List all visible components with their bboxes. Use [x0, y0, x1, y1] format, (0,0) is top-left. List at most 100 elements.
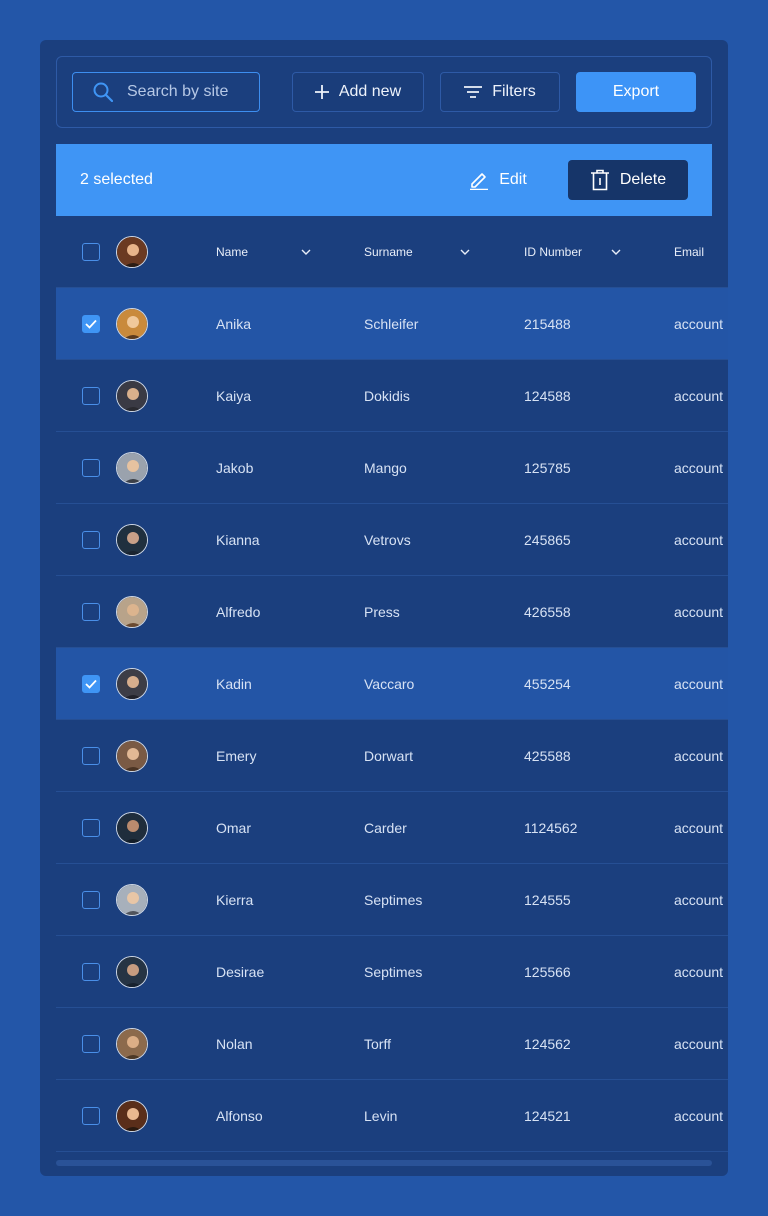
cell-id-number: 455254 — [524, 676, 571, 692]
table-row[interactable]: Omar Carder 1124562 account — [56, 792, 728, 864]
cell-id-number: 425588 — [524, 748, 571, 764]
search-placeholder: Search by site — [127, 83, 229, 100]
cell-id-number: 124555 — [524, 892, 571, 908]
cell-email: account — [674, 892, 724, 908]
cell-name: Kaiya — [216, 388, 252, 404]
cell-email: account — [674, 604, 724, 620]
table-row[interactable]: Kianna Vetrovs 245865 account — [56, 504, 728, 576]
cell-surname: Schleifer — [364, 316, 419, 332]
delete-label: Delete — [619, 171, 667, 188]
add-new-button[interactable]: Add new — [292, 72, 424, 112]
cell-name: Anika — [216, 316, 252, 332]
filters-label: Filters — [492, 83, 536, 100]
cell-name: Alfredo — [216, 604, 261, 620]
cell-id-number: 125566 — [524, 964, 571, 980]
horizontal-scrollbar[interactable] — [56, 1160, 712, 1166]
chevron-down-icon[interactable] — [611, 216, 621, 288]
table-row[interactable]: Kierra Septimes 124555 account — [56, 864, 728, 936]
table-row[interactable]: Alfonso Levin 124521 account — [56, 1080, 728, 1152]
column-header-email[interactable]: Email — [674, 216, 704, 288]
table-row[interactable]: Jakob Mango 125785 account — [56, 432, 728, 504]
cell-id-number: 124588 — [524, 388, 571, 404]
avatar — [116, 1028, 148, 1060]
cell-surname: Septimes — [364, 892, 423, 908]
cell-surname: Torff — [364, 1036, 391, 1052]
table-row[interactable]: Desirae Septimes 125566 account — [56, 936, 728, 1008]
table-row[interactable]: Nolan Torff 124562 account — [56, 1008, 728, 1080]
table-row[interactable]: Kaiya Dokidis 124588 account — [56, 360, 728, 432]
chevron-down-icon[interactable] — [301, 216, 311, 288]
avatar — [116, 524, 148, 556]
table-row[interactable]: Alfredo Press 426558 account — [56, 576, 728, 648]
add-new-label: Add new — [338, 83, 402, 100]
cell-id-number: 215488 — [524, 316, 571, 332]
table-row[interactable]: Anika Schleifer 215488 account — [56, 288, 728, 360]
column-header-id-number[interactable]: ID Number — [524, 216, 582, 288]
avatar — [116, 452, 148, 484]
cell-email: account — [674, 1036, 724, 1052]
cell-email: account — [674, 820, 724, 836]
row-checkbox[interactable] — [82, 819, 100, 837]
toolbar: Search by site Add new Filters Export — [56, 56, 712, 128]
data-table-panel: Search by site Add new Filters Export 2 … — [40, 40, 728, 1176]
avatar — [116, 236, 148, 268]
cell-email: account — [674, 676, 724, 692]
cell-name: Emery — [216, 748, 257, 764]
cell-email: account — [674, 316, 724, 332]
table-row[interactable]: Kadin Vaccaro 455254 account — [56, 648, 728, 720]
selection-bar: 2 selected Edit Delete — [56, 144, 712, 216]
cell-email: account — [674, 964, 724, 980]
edit-label: Edit — [499, 171, 527, 188]
edit-button[interactable]: Edit — [462, 160, 534, 200]
cell-id-number: 125785 — [524, 460, 571, 476]
cell-surname: Levin — [364, 1108, 398, 1124]
cell-name: Kianna — [216, 532, 260, 548]
cell-name: Omar — [216, 820, 251, 836]
filter-icon — [464, 86, 483, 98]
column-header-name[interactable]: Name — [216, 216, 248, 288]
table-header-row: Name Surname ID Number Email — [56, 216, 728, 288]
cell-surname: Press — [364, 604, 400, 620]
row-checkbox[interactable] — [82, 675, 100, 693]
row-checkbox[interactable] — [82, 963, 100, 981]
avatar — [116, 740, 148, 772]
cell-surname: Dorwart — [364, 748, 414, 764]
cell-email: account — [674, 388, 724, 404]
row-checkbox[interactable] — [82, 459, 100, 477]
avatar — [116, 596, 148, 628]
cell-surname: Dokidis — [364, 388, 410, 404]
row-checkbox[interactable] — [82, 1107, 100, 1125]
select-all-checkbox[interactable] — [82, 243, 100, 261]
avatar — [116, 380, 148, 412]
row-checkbox[interactable] — [82, 387, 100, 405]
row-checkbox[interactable] — [82, 603, 100, 621]
cell-email: account — [674, 1108, 724, 1124]
cell-email: account — [674, 748, 724, 764]
row-checkbox[interactable] — [82, 1035, 100, 1053]
cell-surname: Vaccaro — [364, 676, 415, 692]
cell-name: Jakob — [216, 460, 254, 476]
table-row[interactable]: Emery Dorwart 425588 account — [56, 720, 728, 792]
row-checkbox[interactable] — [82, 747, 100, 765]
cell-surname: Septimes — [364, 964, 423, 980]
row-checkbox[interactable] — [82, 531, 100, 549]
row-checkbox[interactable] — [82, 891, 100, 909]
delete-button[interactable]: Delete — [568, 160, 688, 200]
search-icon — [93, 82, 113, 102]
avatar — [116, 812, 148, 844]
cell-id-number: 124521 — [524, 1108, 571, 1124]
cell-name: Kierra — [216, 892, 254, 908]
cell-name: Desirae — [216, 964, 265, 980]
export-label: Export — [612, 83, 660, 100]
chevron-down-icon[interactable] — [460, 216, 470, 288]
row-checkbox[interactable] — [82, 315, 100, 333]
plus-icon — [314, 85, 329, 99]
cell-name: Alfonso — [216, 1108, 263, 1124]
cell-surname: Mango — [364, 460, 407, 476]
column-header-surname[interactable]: Surname — [364, 216, 413, 288]
cell-id-number: 426558 — [524, 604, 571, 620]
export-button[interactable]: Export — [576, 72, 696, 112]
search-input[interactable]: Search by site — [72, 72, 260, 112]
filters-button[interactable]: Filters — [440, 72, 560, 112]
pencil-icon — [470, 173, 489, 190]
